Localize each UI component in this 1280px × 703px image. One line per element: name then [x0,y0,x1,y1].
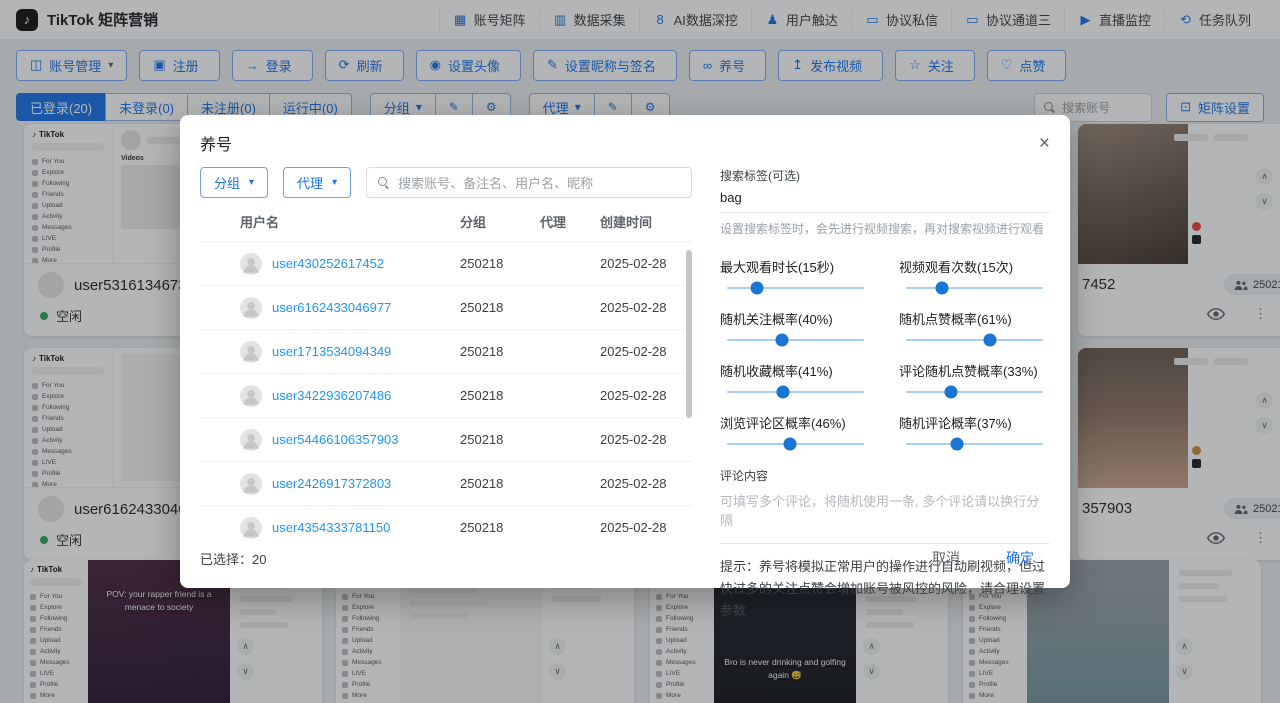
modal-account-panel: 分组 ▾ 代理 ▾ 搜索账号、备注名、用户名、昵称 用户名 分组 [200,167,692,540]
close-icon[interactable]: × [1039,134,1050,153]
row-created: 2025-02-28 [600,520,692,535]
avatar [240,297,262,319]
modal-search-input[interactable]: 搜索账号、备注名、用户名、昵称 [366,167,692,198]
row-group: 250218 [460,256,540,271]
slider-track[interactable] [727,339,864,341]
column-group: 分组 [460,212,540,231]
confirm-button[interactable]: 确定 [990,542,1050,574]
row-username-link[interactable]: user430252617452 [272,256,384,271]
row-username-link[interactable]: user4354333781150 [272,520,390,535]
cancel-button[interactable]: 取消 [916,542,976,574]
slider: 随机点赞概率(61%) [899,309,1050,345]
avatar [240,341,262,363]
slider-track[interactable] [906,339,1043,341]
row-username-link[interactable]: user3422936207486 [272,388,391,403]
row-created: 2025-02-28 [600,476,692,491]
column-created: 创建时间 [600,212,692,231]
modal-footer: 已选择：20 取消 确定 [200,540,1050,576]
row-created: 2025-02-28 [600,300,692,315]
slider-label: 视频观看次数(15次) [899,257,1050,276]
slider-track[interactable] [906,391,1043,393]
slider-track[interactable] [727,391,864,393]
comment-content-label: 评论内容 [720,467,1050,484]
table-row[interactable]: user4354333781150 250218 2025-02-28 [200,506,692,540]
caret-down-icon: ▾ [332,177,337,188]
modal-proxy-dropdown[interactable]: 代理 ▾ [283,167,351,198]
row-group: 250218 [460,432,540,447]
table-scrollbar[interactable] [686,250,692,418]
slider-thumb[interactable] [983,334,996,347]
search-tag-hint: 设置搜索标签时，会先进行视频搜索，再对搜索视频进行观看 [720,220,1050,237]
table-row[interactable]: user430252617452 250218 2025-02-28 [200,242,692,286]
avatar [240,385,262,407]
slider: 评论随机点赞概率(33%) [899,361,1050,397]
row-username-link[interactable]: user2426917372803 [272,476,391,491]
table-row[interactable]: user6162433046977 250218 2025-02-28 [200,286,692,330]
avatar [240,473,262,495]
row-group: 250218 [460,520,540,535]
selected-count-label: 已选择：20 [200,549,266,568]
slider-thumb[interactable] [945,386,958,399]
slider-thumb[interactable] [950,438,963,451]
row-group: 250218 [460,344,540,359]
table-row[interactable]: user3422936207486 250218 2025-02-28 [200,374,692,418]
slider-label: 最大观看时长(15秒) [720,257,871,276]
slider: 视频观看次数(15次) [899,257,1050,293]
modal-settings-panel: 搜索标签(可选) bag 设置搜索标签时，会先进行视频搜索，再对搜索视频进行观看… [720,167,1050,540]
slider: 最大观看时长(15秒) [720,257,871,293]
slider-label: 评论随机点赞概率(33%) [899,361,1050,380]
table-header: 用户名 分组 代理 创建时间 [200,202,692,242]
avatar [240,517,262,539]
nurture-account-modal: 养号 × 分组 ▾ 代理 ▾ 搜索账号、备注名、用户名、昵称 [180,115,1070,588]
slider-track[interactable] [906,443,1043,445]
slider-label: 随机收藏概率(41%) [720,361,871,380]
slider-thumb[interactable] [935,282,948,295]
slider-thumb[interactable] [751,282,764,295]
row-group: 250218 [460,476,540,491]
selected-count: 20 [252,552,266,567]
slider-track[interactable] [727,443,864,445]
modal-title: 养号 [200,131,232,155]
slider-label: 随机关注概率(40%) [720,309,871,328]
modal-search-placeholder: 搜索账号、备注名、用户名、昵称 [398,173,593,192]
table-row[interactable]: user1713534094349 250218 2025-02-28 [200,330,692,374]
slider-thumb[interactable] [775,334,788,347]
slider-thumb[interactable] [777,386,790,399]
column-username: 用户名 [240,212,460,231]
nurture-sliders: 最大观看时长(15秒) 视频观看次数(15次) [720,257,1050,449]
row-username-link[interactable]: user54466106357903 [272,432,399,447]
slider: 随机收藏概率(41%) [720,361,871,397]
slider-track[interactable] [906,287,1043,289]
search-icon [378,177,389,188]
app-root: ♪ TikTok 矩阵营销 ▦ 账号矩阵 ▥ 数据采集 8 AI数据深挖 [0,0,1280,703]
slider-track[interactable] [727,287,864,289]
slider-thumb[interactable] [784,438,797,451]
column-proxy: 代理 [540,212,600,231]
modal-group-dropdown[interactable]: 分组 ▾ [200,167,268,198]
slider: 随机关注概率(40%) [720,309,871,345]
row-username-link[interactable]: user1713534094349 [272,344,391,359]
row-username-link[interactable]: user6162433046977 [272,300,391,315]
row-created: 2025-02-28 [600,388,692,403]
slider: 浏览评论区概率(46%) [720,413,871,449]
slider-label: 浏览评论区概率(46%) [720,413,871,432]
avatar [240,429,262,451]
row-created: 2025-02-28 [600,256,692,271]
row-group: 250218 [460,300,540,315]
row-group: 250218 [460,388,540,403]
table-row[interactable]: user2426917372803 250218 2025-02-28 [200,462,692,506]
row-created: 2025-02-28 [600,344,692,359]
search-tag-input[interactable]: bag [720,184,1050,213]
slider-label: 随机点赞概率(61%) [899,309,1050,328]
avatar [240,253,262,275]
slider-label: 随机评论概率(37%) [899,413,1050,432]
table-row[interactable]: user54466106357903 250218 2025-02-28 [200,418,692,462]
search-tag-label: 搜索标签(可选) [720,167,1050,184]
slider: 随机评论概率(37%) [899,413,1050,449]
caret-down-icon: ▾ [249,177,254,188]
table-body: user430252617452 250218 2025-02-28 user6… [200,242,692,540]
row-created: 2025-02-28 [600,432,692,447]
comment-content-textarea[interactable]: 可填写多个评论，将随机使用一条, 多个评论请以换行分隔 [720,491,1050,529]
